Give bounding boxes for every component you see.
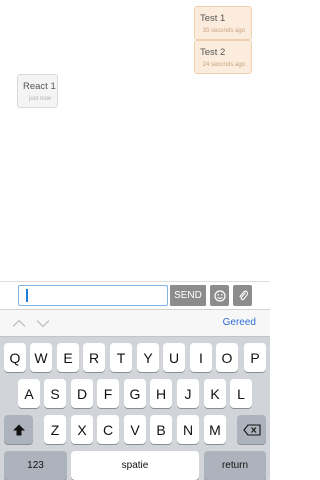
key-v[interactable]: V [124, 415, 146, 444]
key-f[interactable]: F [97, 379, 119, 408]
key-z[interactable]: Z [44, 415, 66, 444]
key-b[interactable]: B [150, 415, 172, 444]
chevron-up-icon[interactable] [12, 319, 26, 328]
key-r[interactable]: R [83, 343, 105, 372]
shift-icon [12, 424, 25, 435]
key-m[interactable]: M [204, 415, 226, 444]
key-d[interactable]: D [71, 379, 93, 408]
key-p[interactable]: P [244, 343, 266, 372]
message-text: Test 2 [200, 47, 226, 58]
smiley-icon [213, 289, 226, 302]
message-bubble-incoming[interactable]: React 1 just now [17, 74, 58, 108]
key-h[interactable]: H [150, 379, 172, 408]
message-time: 35 seconds ago [202, 28, 245, 34]
key-y[interactable]: Y [137, 343, 159, 372]
key-c[interactable]: C [97, 415, 119, 444]
key-l[interactable]: L [230, 379, 252, 408]
keyboard-accessory-bar: Gereed [0, 309, 270, 336]
space-key[interactable]: spatie [71, 451, 199, 480]
backspace-icon [242, 423, 261, 436]
key-a[interactable]: A [18, 379, 40, 408]
shift-key[interactable] [4, 415, 33, 444]
chevron-down-icon[interactable] [36, 319, 50, 328]
message-time: 24 seconds ago [202, 62, 245, 68]
key-x[interactable]: X [71, 415, 93, 444]
message-bubble-outgoing[interactable]: Test 1 35 seconds ago [194, 6, 252, 40]
message-bubble-outgoing[interactable]: Test 2 24 seconds ago [194, 40, 252, 74]
message-composer: SEND [0, 281, 270, 309]
message-input[interactable] [18, 285, 168, 306]
key-t[interactable]: T [110, 343, 132, 372]
key-q[interactable]: Q [4, 343, 26, 372]
keyboard: Q W E R T Y U I O P A S D F G H J K L Z … [0, 336, 270, 480]
done-button[interactable]: Gereed [223, 317, 256, 328]
paperclip-icon [238, 290, 248, 301]
key-u[interactable]: U [163, 343, 185, 372]
return-key[interactable]: return [204, 451, 266, 480]
key-i[interactable]: I [190, 343, 212, 372]
send-button[interactable]: SEND [170, 285, 206, 306]
key-k[interactable]: K [204, 379, 226, 408]
key-e[interactable]: E [57, 343, 79, 372]
key-n[interactable]: N [177, 415, 199, 444]
chat-messages-area: Test 1 35 seconds ago Test 2 24 seconds … [0, 0, 270, 281]
message-text: React 1 [23, 81, 56, 92]
emoji-button[interactable] [210, 285, 229, 306]
key-g[interactable]: G [124, 379, 146, 408]
key-s[interactable]: S [44, 379, 66, 408]
message-time: just now [28, 96, 51, 102]
key-w[interactable]: W [30, 343, 52, 372]
key-o[interactable]: O [216, 343, 238, 372]
message-text: Test 1 [200, 13, 226, 24]
numbers-key[interactable]: 123 [4, 451, 67, 480]
key-j[interactable]: J [177, 379, 199, 408]
backspace-key[interactable] [237, 415, 266, 444]
attach-button[interactable] [233, 285, 252, 306]
text-caret [26, 289, 28, 302]
